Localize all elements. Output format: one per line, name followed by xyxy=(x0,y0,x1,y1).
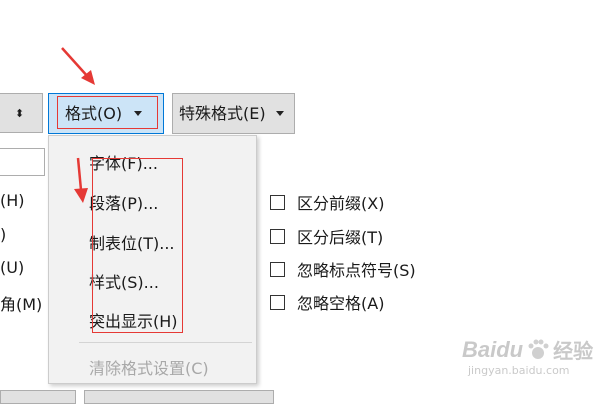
watermark-sub: 经验 xyxy=(553,341,594,363)
option-ignore-whitespace[interactable]: 忽略空格(A) xyxy=(270,290,384,314)
option-label: 忽略标点符号(S) xyxy=(297,261,416,280)
menu-item-highlight[interactable]: 突出显示(H) xyxy=(89,308,178,332)
stepper-icon: ⬍ xyxy=(14,106,25,120)
option-label: 区分前缀(X) xyxy=(297,194,385,213)
format-dropdown-button[interactable]: 格式(O) xyxy=(48,93,164,134)
special-format-dropdown-button[interactable]: 特殊格式(E) xyxy=(172,93,295,134)
menu-separator xyxy=(79,342,252,343)
partial-option-label: (U) xyxy=(0,258,25,277)
bottom-button-partial[interactable] xyxy=(0,390,76,404)
search-option-combo[interactable] xyxy=(0,148,45,176)
annotation-arrow-icon xyxy=(74,157,88,203)
partial-option-label: 角(M) xyxy=(0,295,43,314)
special-format-label: 特殊格式(E) xyxy=(179,103,266,123)
menu-item-style[interactable]: 样式(S)... xyxy=(89,269,159,293)
watermark-url: jingyan.baidu.com xyxy=(468,364,570,377)
baidu-watermark: Baidu 经验 jingyan.baidu.com xyxy=(462,335,597,385)
checkbox[interactable] xyxy=(270,228,285,244)
checkbox[interactable] xyxy=(270,261,285,277)
checkbox[interactable] xyxy=(270,194,285,210)
menu-item-font[interactable]: 字体(F)... xyxy=(89,150,158,174)
chevron-down-icon xyxy=(134,111,143,116)
option-label: 区分后缀(T) xyxy=(297,228,384,247)
menu-item-paragraph[interactable]: 段落(P)... xyxy=(89,190,158,214)
option-match-prefix[interactable]: 区分前缀(X) xyxy=(270,190,384,214)
option-label: 忽略空格(A) xyxy=(297,294,385,313)
stepper-button[interactable]: ⬍ xyxy=(0,93,43,133)
option-ignore-punctuation[interactable]: 忽略标点符号(S) xyxy=(270,257,416,281)
chevron-down-icon xyxy=(275,111,284,116)
option-match-suffix[interactable]: 区分后缀(T) xyxy=(270,224,383,248)
menu-item-tabs[interactable]: 制表位(T)... xyxy=(89,230,175,254)
paw-icon xyxy=(528,339,549,359)
annotation-arrow-icon xyxy=(61,47,95,85)
menu-item-clear-formatting: 清除格式设置(C) xyxy=(89,359,209,378)
partial-option-label: (H) xyxy=(0,191,25,210)
partial-option-label: ) xyxy=(0,225,7,244)
format-button-label: 格式(O) xyxy=(65,103,123,123)
checkbox[interactable] xyxy=(270,294,285,310)
bottom-button-partial[interactable] xyxy=(84,390,274,404)
watermark-brand: Baidu xyxy=(462,336,524,362)
